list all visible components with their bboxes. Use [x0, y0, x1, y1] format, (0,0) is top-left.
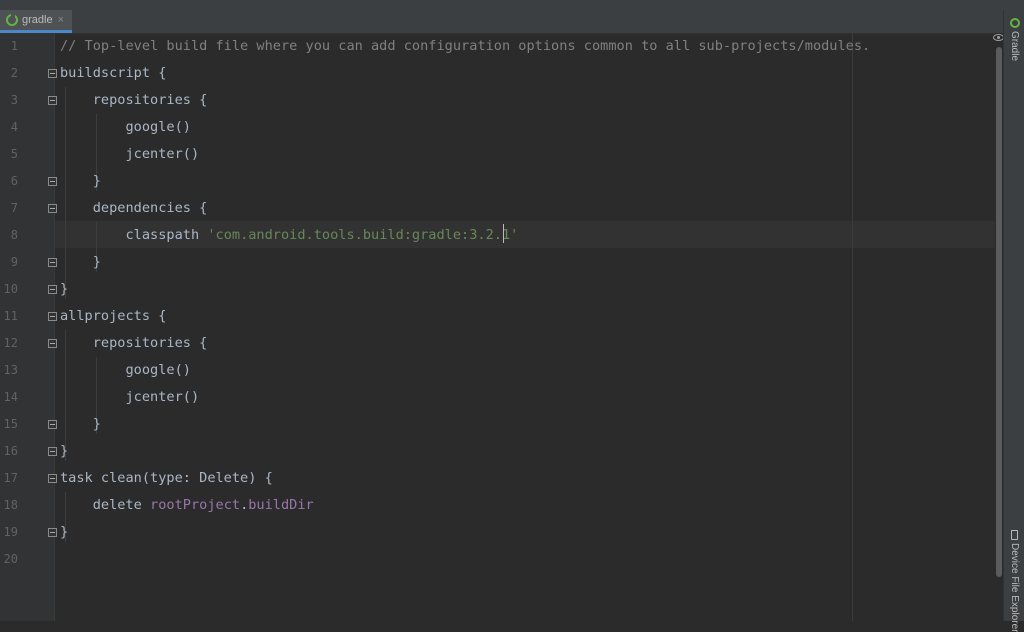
code-line: } [60, 276, 68, 303]
line-number: 6 [10, 174, 18, 188]
line-number: 4 [10, 120, 18, 134]
code-token: jcenter() [60, 389, 200, 405]
code-token: task clean(type: Delete) { [60, 470, 273, 486]
gradle-tool-button[interactable]: Gradle [1004, 18, 1024, 61]
code-token: } [60, 254, 101, 270]
line-number-gutter[interactable]: 1 2 3 4 5 6 7 8 9 10 11 12 13 14 15 16 17 18 19 20 [0, 33, 57, 621]
code-line: allprojects { [60, 303, 166, 330]
code-token: classpath [60, 227, 208, 243]
code-line: task clean(type: Delete) { [60, 465, 273, 492]
line-number: 20 [3, 552, 18, 566]
device-icon [1011, 530, 1018, 540]
line-number: 11 [3, 309, 18, 323]
code-line: buildscript { [60, 60, 166, 87]
line-number: 12 [3, 336, 18, 350]
code-line: } [60, 519, 68, 546]
editor-tab-bar: gradle × [0, 10, 1003, 34]
code-token: } [60, 443, 69, 459]
device-file-explorer-label: Device File Explorer [1009, 543, 1020, 632]
text-caret [503, 224, 504, 243]
tab-label: gradle [22, 14, 53, 26]
tab-gradle[interactable]: gradle × [0, 10, 72, 33]
code-line: } [60, 249, 101, 276]
code-line: repositories { [60, 87, 208, 114]
code-token: allprojects { [60, 308, 167, 324]
line-number: 18 [3, 498, 18, 512]
gradle-icon [1009, 18, 1020, 28]
scrollbar-thumb[interactable] [996, 47, 1002, 577]
code-line: } [60, 411, 101, 438]
code-line: jcenter() [60, 384, 199, 411]
line-number: 1 [10, 39, 18, 53]
gradle-tool-label: Gradle [1009, 31, 1020, 62]
line-number: 13 [3, 363, 18, 377]
code-token: } [60, 281, 69, 297]
code-line: } [60, 438, 68, 465]
code-editor[interactable]: // Top-level build file where you can ad… [55, 33, 995, 621]
code-token: buildDir [248, 497, 314, 513]
device-file-explorer-button[interactable]: Device File Explorer [1004, 530, 1024, 632]
code-token: repositories { [60, 92, 208, 108]
code-token: buildscript { [60, 65, 167, 81]
code-token: delete [60, 497, 151, 513]
code-token: repositories { [60, 335, 208, 351]
code-line: delete rootProject.buildDir [60, 492, 314, 519]
code-token: // Top-level build file where you can ad… [60, 38, 871, 54]
code-token: google() [60, 119, 191, 135]
code-line: } [60, 168, 101, 195]
code-token: } [60, 416, 101, 432]
line-number: 2 [10, 66, 18, 80]
line-number: 16 [3, 444, 18, 458]
code-token: dependencies { [60, 200, 208, 216]
right-margin-guide [852, 33, 853, 621]
code-line: classpath 'com.android.tools.build:gradl… [60, 222, 518, 249]
line-number: 9 [10, 255, 18, 269]
code-token: } [60, 524, 69, 540]
line-number: 15 [3, 417, 18, 431]
code-line: dependencies { [60, 195, 208, 222]
code-line: // Top-level build file where you can ad… [60, 33, 870, 60]
code-line: google() [60, 357, 191, 384]
code-token: jcenter() [60, 146, 200, 162]
code-token: 'com.android.tools.build:gradle:3.2.1' [207, 227, 519, 243]
vertical-scrollbar[interactable] [995, 33, 1003, 621]
line-number: 3 [10, 93, 18, 107]
code-token: } [60, 173, 101, 189]
line-number: 14 [3, 390, 18, 404]
right-tool-strip: Gradle Device File Explorer [1003, 10, 1024, 632]
line-number: 7 [10, 201, 18, 215]
line-number: 5 [10, 147, 18, 161]
close-icon[interactable]: × [58, 14, 64, 26]
line-number: 10 [3, 282, 18, 296]
code-line: repositories { [60, 330, 208, 357]
code-token: rootProject [150, 497, 241, 513]
line-number: 8 [10, 228, 18, 242]
gradle-icon [6, 13, 18, 26]
code-line: jcenter() [60, 141, 199, 168]
code-token: google() [60, 362, 191, 378]
line-number: 19 [3, 525, 18, 539]
code-line: google() [60, 114, 191, 141]
line-number: 17 [3, 471, 18, 485]
